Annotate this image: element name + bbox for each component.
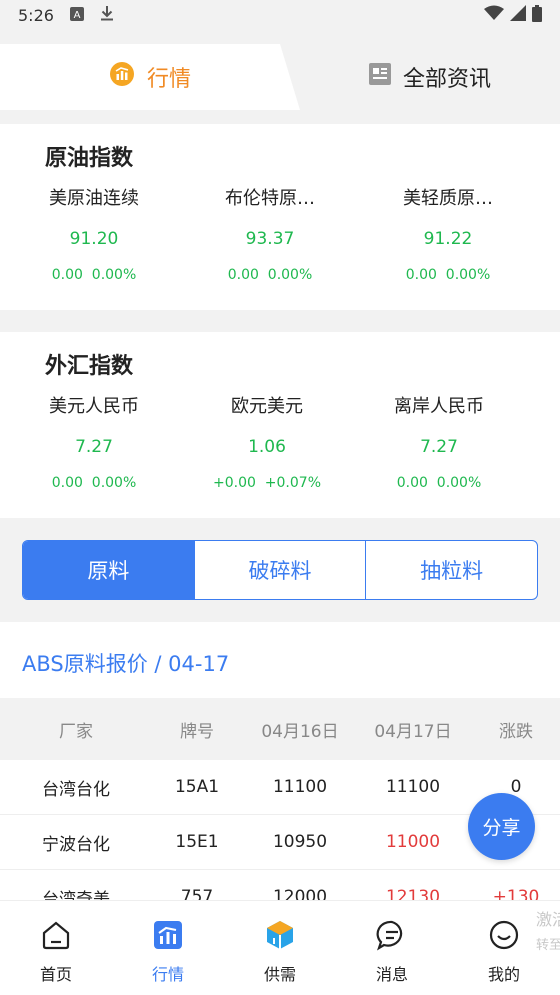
index-change: 0.00 0.00% (51, 475, 137, 491)
column-header-maker: 厂家 (59, 721, 93, 742)
cell-maker: 台湾奇美 (42, 889, 110, 901)
nav-profile-label: 我的 (487, 965, 520, 984)
column-header-grade: 牌号 (180, 721, 214, 742)
index-name: 离岸人民币 (394, 396, 484, 417)
index-name: 欧元美元 (231, 396, 303, 417)
nav-home[interactable]: 首页 (21, 915, 91, 985)
profile-icon (469, 915, 539, 955)
cell-grade: 757 (180, 887, 214, 900)
column-header-curr-date: 04月17日 (374, 721, 452, 742)
cell-prev: 10950 (272, 832, 328, 852)
cell-curr: 12130 (385, 887, 441, 900)
table-row[interactable]: 台湾奇美 757 12000 12130 +130 (0, 870, 560, 900)
segment-raw-material[interactable]: 原料 (23, 541, 194, 599)
index-card[interactable]: 离岸人民币 7.27 0.00 0.00% (349, 394, 529, 494)
table-header: 厂家 牌号 04月16日 04月17日 涨跌 (0, 698, 560, 760)
tab-news-label: 全部资讯 (402, 67, 491, 92)
nav-supply-demand-label: 供需 (263, 965, 296, 984)
cell-maker: 台湾台化 (42, 779, 110, 800)
crude-index-title: 原油指数 (45, 146, 134, 171)
nav-supply-demand[interactable]: 供需 (245, 915, 315, 985)
cell-curr: 11100 (385, 777, 441, 797)
tab-news[interactable]: 全部资讯 (300, 44, 560, 110)
index-name: 布伦特原… (225, 188, 315, 209)
index-value: 91.20 (69, 229, 119, 249)
supply-demand-icon (245, 915, 315, 955)
index-card[interactable]: 美原油连续 91.20 0.00 0.00% (4, 186, 184, 286)
market-chart-icon (133, 915, 203, 955)
nav-profile[interactable]: 我的 (469, 915, 539, 985)
index-change: 0.00 0.00% (396, 475, 482, 491)
cell-curr: 11000 (385, 832, 441, 852)
keyboard-icon: A (69, 6, 84, 25)
column-header-prev-date: 04月16日 (261, 721, 339, 742)
index-change: 0.00 0.00% (227, 267, 313, 283)
index-card[interactable]: 布伦特原… 93.37 0.00 0.00% (180, 186, 360, 286)
index-card[interactable]: 美轻质原… 91.22 0.00 0.00% (358, 186, 538, 286)
home-icon (21, 915, 91, 955)
material-segment-control: 原料 破碎料 抽粒料 (22, 540, 538, 600)
message-icon (357, 915, 427, 955)
news-icon (368, 63, 391, 91)
index-change: +0.00 +0.07% (212, 475, 322, 491)
top-tabs: 行情 全部资讯 (0, 44, 560, 110)
cell-grade: 15E1 (175, 832, 219, 852)
signal-icon (510, 5, 526, 25)
market-icon (109, 61, 135, 93)
index-change: 0.00 0.00% (51, 267, 137, 283)
wifi-icon (484, 5, 504, 25)
index-name: 美原油连续 (49, 188, 139, 209)
activation-watermark: 激活 转至 (536, 910, 560, 953)
nav-messages-label: 消息 (375, 965, 408, 984)
cell-prev: 12000 (272, 887, 328, 900)
segment-pellet-material[interactable]: 抽粒料 (365, 541, 537, 599)
index-change: 0.00 0.00% (405, 267, 491, 283)
index-card[interactable]: 欧元美元 1.06 +0.00 +0.07% (177, 394, 357, 494)
index-value: 1.06 (248, 437, 286, 457)
crude-index-section: 原油指数 美原油连续 91.20 0.00 0.00% 布伦特原… 93.37 … (0, 124, 560, 310)
cell-grade: 15A1 (174, 777, 220, 797)
tab-market[interactable]: 行情 (0, 44, 300, 110)
index-value: 7.27 (75, 437, 113, 457)
battery-icon (532, 4, 542, 26)
segment-crushed-material[interactable]: 破碎料 (193, 541, 366, 599)
index-name: 美轻质原… (403, 188, 493, 209)
nav-home-label: 首页 (39, 965, 72, 984)
tab-market-label: 行情 (146, 67, 191, 92)
index-value: 91.22 (423, 229, 473, 249)
forex-index-section: 外汇指数 美元人民币 7.27 0.00 0.00% 欧元美元 1.06 +0.… (0, 332, 560, 518)
cell-maker: 宁波台化 (42, 834, 110, 855)
status-bar: 5:26 A (0, 0, 560, 30)
status-time: 5:26 (18, 5, 54, 25)
cell-diff: +130 (492, 887, 540, 900)
svg-text:A: A (74, 10, 81, 21)
nav-market-label: 行情 (151, 965, 184, 984)
index-value: 7.27 (420, 437, 458, 457)
cell-prev: 11100 (272, 777, 328, 797)
forex-index-title: 外汇指数 (45, 354, 134, 379)
bottom-nav: 首页 行情 供需 消息 我的 (0, 900, 560, 995)
nav-market[interactable]: 行情 (133, 915, 203, 985)
index-name: 美元人民币 (49, 396, 139, 417)
price-title: ABS原料报价 / 04-17 (22, 652, 230, 676)
download-icon (100, 5, 114, 25)
nav-messages[interactable]: 消息 (357, 915, 427, 985)
column-header-change: 涨跌 (499, 721, 533, 742)
price-header: ABS原料报价 / 04-17 (0, 622, 560, 698)
index-value: 93.37 (245, 229, 295, 249)
share-button[interactable]: 分享 (468, 793, 535, 860)
index-card[interactable]: 美元人民币 7.27 0.00 0.00% (4, 394, 184, 494)
